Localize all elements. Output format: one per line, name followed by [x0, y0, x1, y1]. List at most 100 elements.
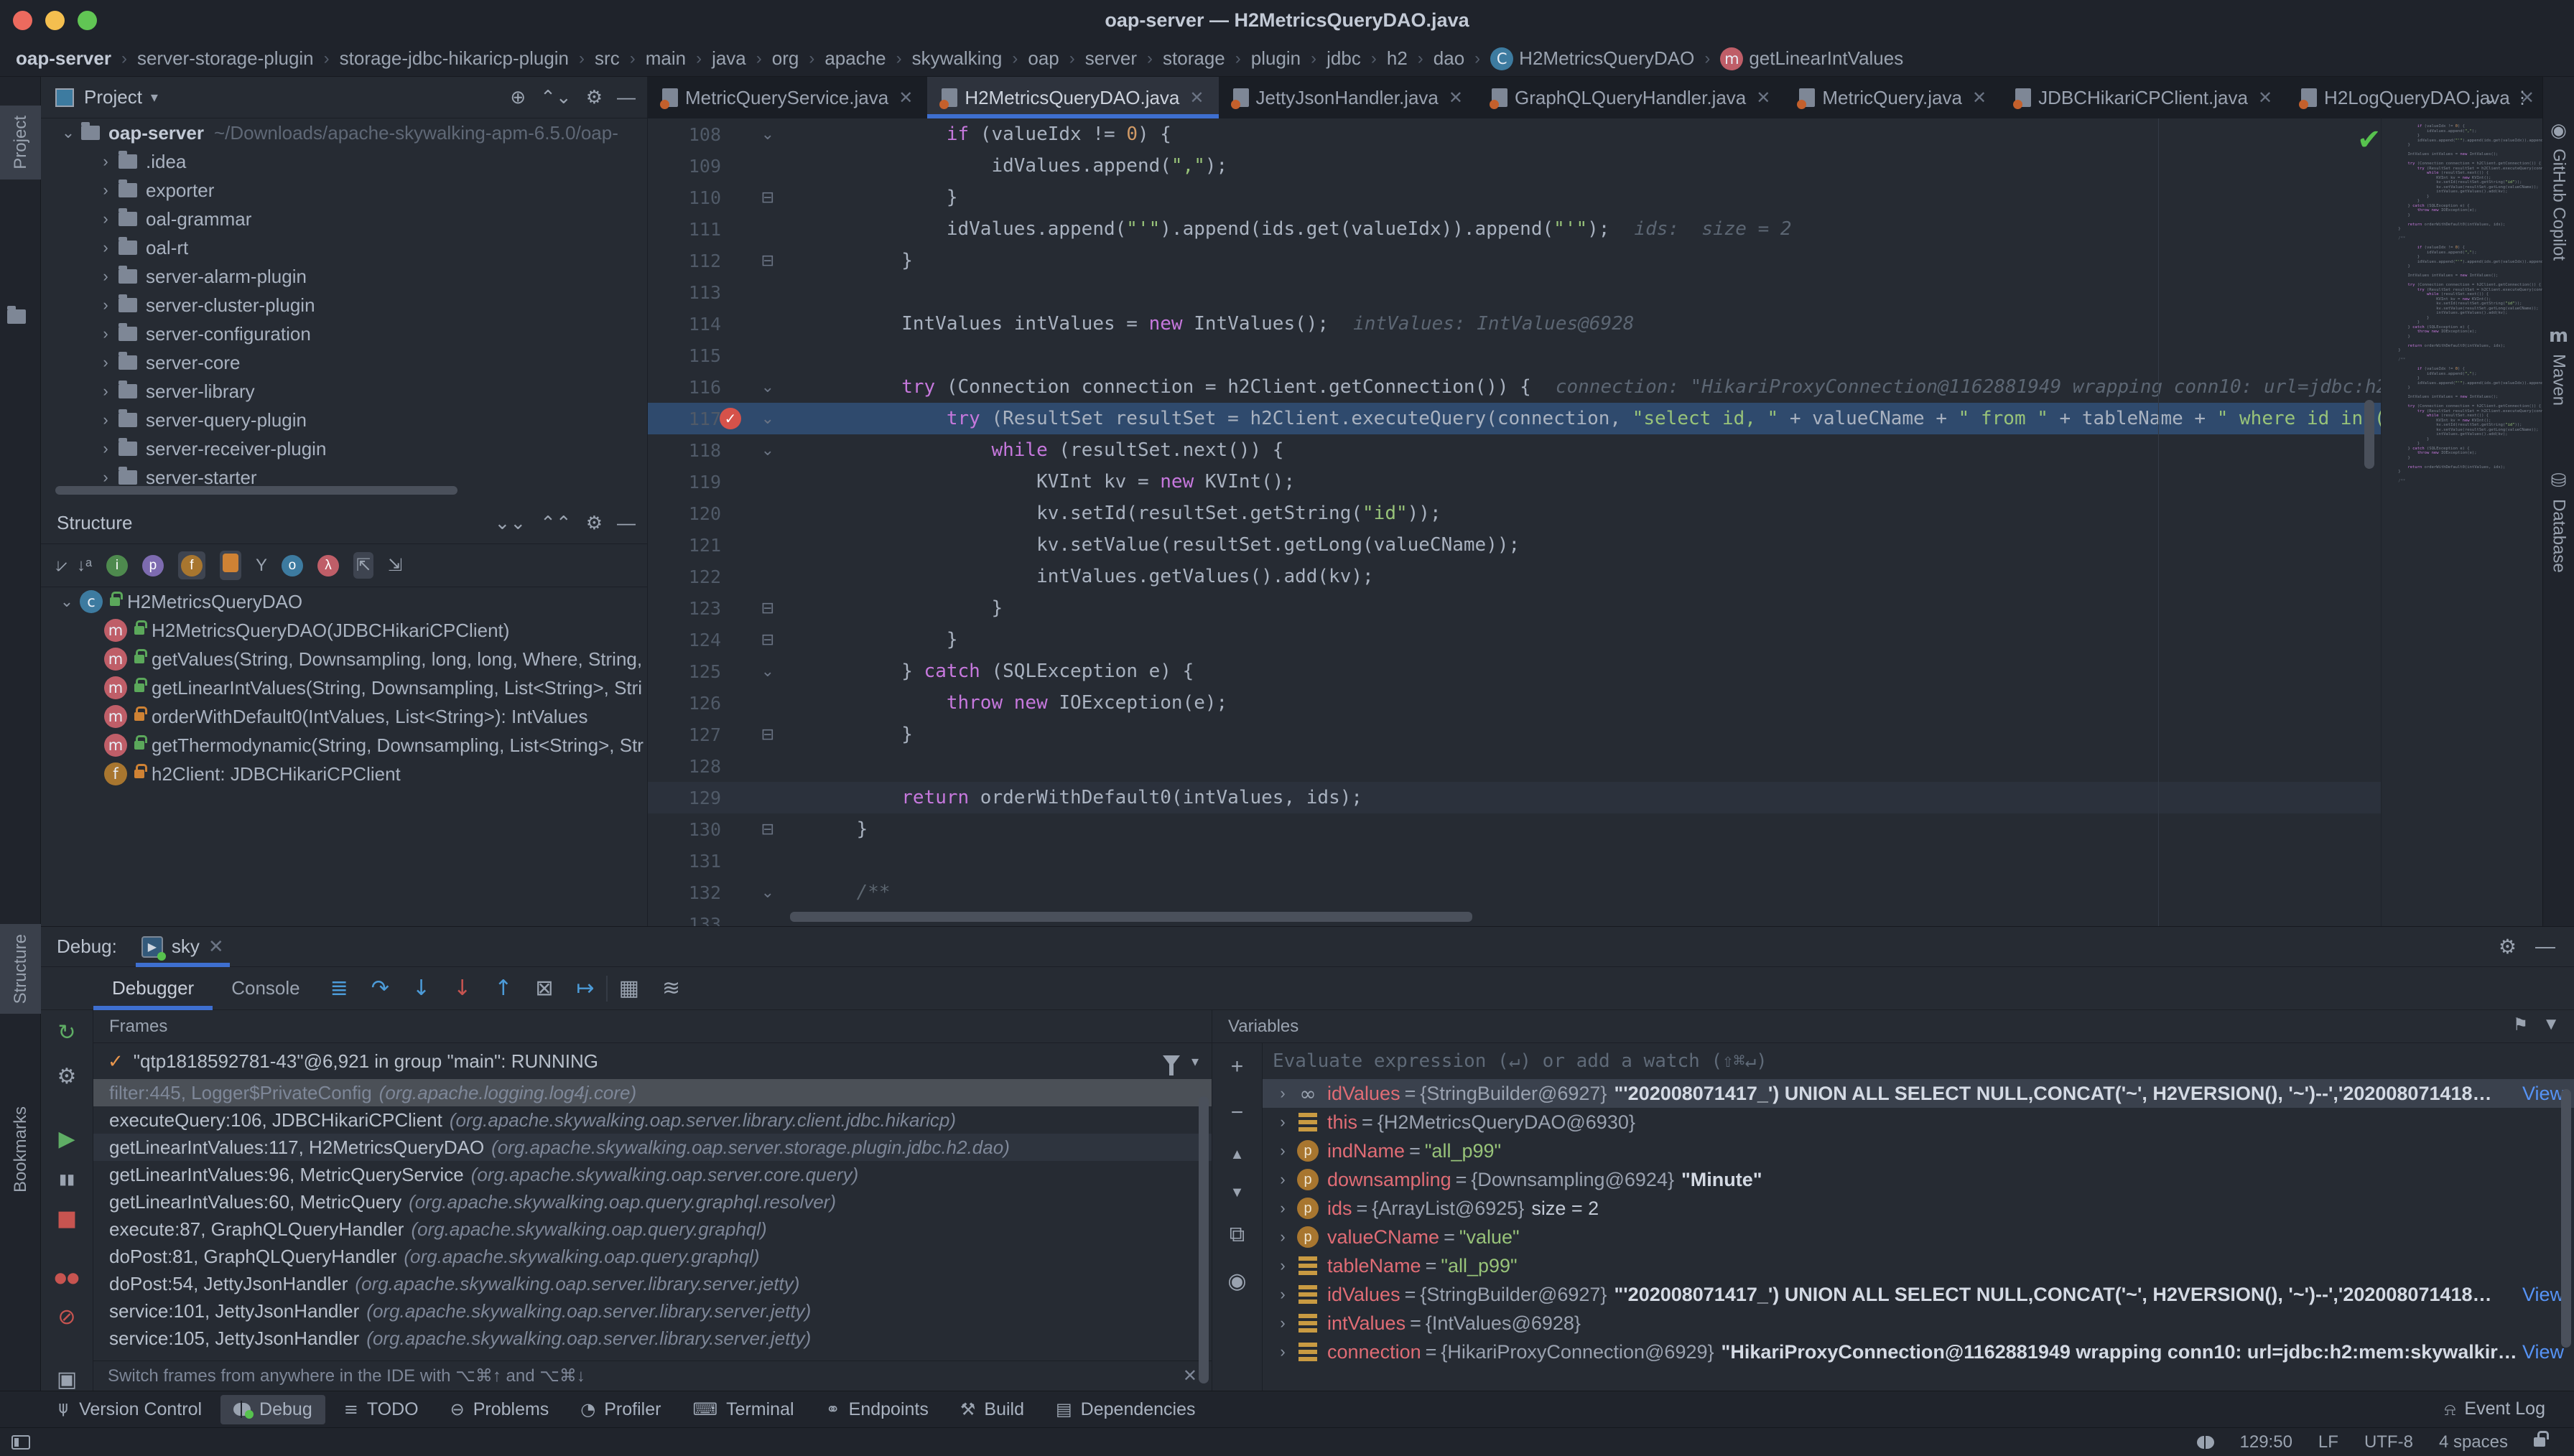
code-line[interactable]: 129 return orderWithDefault0(intValues, … [648, 782, 2381, 813]
breadcrumb-class[interactable]: CH2MetricsQueryDAO [1490, 47, 1694, 70]
move-up-icon[interactable]: ▲ [1230, 1147, 1245, 1163]
fold-chevron-icon[interactable]: ⌄ [727, 663, 784, 681]
toolwindow-button-todo[interactable]: ≡TODO [331, 1395, 432, 1424]
chevron-right-icon[interactable]: › [93, 152, 119, 171]
stripe-tab-bookmarks[interactable]: Bookmarks [0, 1096, 41, 1203]
step-out-icon[interactable]: ↑ [494, 976, 512, 1001]
chevron-right-icon[interactable]: › [93, 325, 119, 343]
project-tree-item[interactable]: ›oal-rt [41, 233, 647, 262]
fold-chevron-icon[interactable]: ⌄ [727, 378, 784, 396]
chevron-right-icon[interactable]: › [1270, 1285, 1296, 1304]
evaluate-expression-icon[interactable]: ▦ [619, 976, 639, 1001]
code-line[interactable]: 115 [648, 340, 2381, 371]
filter-icon[interactable] [1163, 1055, 1180, 1067]
fold-collapse-icon[interactable]: ⊟ [727, 252, 784, 270]
breadcrumb-method[interactable]: mgetLinearIntValues [1720, 47, 1903, 70]
code-line[interactable]: 122 intValues.getValues().add(kv); [648, 561, 2381, 592]
chevron-right-icon[interactable]: › [1270, 1314, 1296, 1333]
view-breakpoints-icon[interactable]: ●● [55, 1269, 80, 1286]
settings-icon[interactable]: ⚙ [586, 512, 603, 534]
variable-row[interactable]: ›idValues={StringBuilder@6927}"'20200807… [1263, 1280, 2574, 1309]
code-editor[interactable]: 108⌄ if (valueIdx != 0) {109 idValues.ap… [648, 118, 2381, 926]
frame-row[interactable]: filter:445, Logger$PrivateConfig(org.apa… [93, 1079, 1212, 1106]
collapse-all-icon[interactable]: ⌃⌄ [540, 86, 572, 108]
chevron-down-icon[interactable]: ▾ [1191, 1053, 1199, 1070]
line-ending[interactable]: LF [2318, 1432, 2338, 1452]
stripe-tab-github-copilot[interactable]: ◉GitHub Copilot [2549, 120, 2569, 261]
project-root-row[interactable]: ⌄oap-server~/Downloads/apache-skywalking… [41, 118, 647, 147]
toolwindow-switcher-icon[interactable] [11, 1435, 30, 1450]
thread-snapshot-icon[interactable]: ▣ [57, 1367, 77, 1392]
code-line[interactable]: 109 idValues.append(","); [648, 150, 2381, 182]
breadcrumb-item[interactable]: h2 [1387, 47, 1408, 70]
structure-panel-title[interactable]: Structure [57, 512, 133, 534]
collapse-all-icon[interactable]: ⌃⌃ [540, 512, 572, 534]
project-tree-item[interactable]: ›server-receiver-plugin [41, 434, 647, 463]
close-tab-icon[interactable]: ✕ [1756, 88, 1770, 108]
breadcrumb-item[interactable]: plugin [1251, 47, 1301, 70]
code-line[interactable]: 119 KVInt kv = new KVInt(); [648, 466, 2381, 498]
fold-collapse-icon[interactable]: ⊟ [727, 726, 784, 744]
structure-member[interactable]: fh2Client: JDBCHikariCPClient [41, 760, 647, 788]
frame-row[interactable]: service:105, JettyJsonHandler(org.apache… [93, 1325, 1212, 1352]
variable-row[interactable]: ›∞idValues={StringBuilder@6927}"'2020080… [1263, 1079, 2574, 1108]
show-inherited-icon[interactable]: i [106, 554, 128, 577]
fold-collapse-icon[interactable]: ⊟ [727, 631, 784, 649]
hide-panel-icon[interactable]: — [2535, 935, 2555, 958]
show-lambdas-icon[interactable]: λ [317, 554, 339, 577]
editor-vscrollbar[interactable] [2364, 400, 2374, 469]
mute-breakpoints-icon[interactable]: ⊘ [57, 1305, 75, 1330]
code-line[interactable]: 120 kv.setId(resultSet.getString("id")); [648, 498, 2381, 529]
breakpoint-icon[interactable]: ✓ [720, 408, 741, 429]
hide-panel-icon[interactable]: — [617, 86, 636, 108]
duplicate-watch-icon[interactable]: ⧉ [1230, 1223, 1245, 1247]
frames-vscrollbar[interactable] [1199, 1096, 1209, 1383]
frame-row[interactable]: getLinearIntValues:60, MetricQuery(org.a… [93, 1188, 1212, 1215]
force-step-into-icon[interactable]: ↓ [453, 976, 471, 1001]
sort-alpha-icon[interactable]: ↓ᵃ [77, 556, 92, 576]
chevron-right-icon[interactable]: › [1270, 1170, 1296, 1189]
breadcrumb-item[interactable]: server [1085, 47, 1137, 70]
structure-member[interactable]: mH2MetricsQueryDAO(JDBCHikariCPClient) [41, 616, 647, 645]
fold-collapse-icon[interactable]: ⊟ [727, 189, 784, 207]
pin-watches-icon[interactable]: ⚑ [2513, 1014, 2529, 1035]
close-tab-icon[interactable]: ✕ [1449, 88, 1463, 108]
toolwindow-button-endpoints[interactable]: ⚭Endpoints [813, 1395, 942, 1424]
project-tree-item[interactable]: ›.idea [41, 147, 647, 176]
move-down-icon[interactable]: ▼ [1230, 1185, 1245, 1201]
toolwindow-button-terminal[interactable]: ⌨Terminal [679, 1395, 807, 1424]
variable-row[interactable]: ›pvalueCName="value" [1263, 1223, 2574, 1251]
editor-tab[interactable]: MetricQueryService.java✕ [648, 77, 927, 118]
chevron-down-icon[interactable]: ⌄ [2484, 88, 2498, 108]
step-into-icon[interactable]: ↓ [412, 976, 430, 1001]
variable-row[interactable]: ›tableName="all_p99" [1263, 1251, 2574, 1280]
code-line[interactable]: 125⌄ } catch (SQLException e) { [648, 655, 2381, 687]
chevron-right-icon[interactable]: › [1270, 1142, 1296, 1160]
code-line[interactable]: 127⊟ } [648, 719, 2381, 750]
locate-file-icon[interactable]: ⊕ [510, 86, 526, 108]
show-execution-point-icon[interactable]: ≣ [330, 976, 348, 1001]
variable-row[interactable]: ›pdownsampling={Downsampling@6924}"Minut… [1263, 1165, 2574, 1194]
code-line[interactable]: 112⊟ } [648, 245, 2381, 276]
evaluate-expression-input[interactable]: Evaluate expression (↵) or add a watch (… [1263, 1043, 2574, 1079]
editor-tab[interactable]: GraphQLQueryHandler.java✕ [1477, 77, 1785, 118]
hide-panel-icon[interactable]: — [617, 512, 636, 534]
code-line[interactable]: 132⌄ /** [648, 877, 2381, 908]
code-line[interactable]: 114 IntValues intValues = new IntValues(… [648, 308, 2381, 340]
project-tree-item[interactable]: ›server-alarm-plugin [41, 262, 647, 291]
drop-frame-icon[interactable]: ⊠ [535, 976, 553, 1001]
frame-row[interactable]: executeQuery:106, JDBCHikariCPClient(org… [93, 1106, 1212, 1134]
breadcrumb-item[interactable]: jdbc [1327, 47, 1361, 70]
close-tab-icon[interactable]: ✕ [1189, 88, 1204, 108]
remove-watch-icon[interactable]: − [1231, 1101, 1244, 1125]
file-encoding[interactable]: UTF-8 [2364, 1432, 2413, 1452]
project-hscrollbar[interactable] [55, 486, 457, 495]
breadcrumb-item[interactable]: main [646, 47, 686, 70]
pause-icon[interactable]: ▮▮ [59, 1170, 75, 1187]
stripe-tab-database[interactable]: ⛁Database [2549, 470, 2569, 573]
chevron-right-icon[interactable]: › [1270, 1343, 1296, 1361]
frame-row[interactable]: getLinearIntValues:96, MetricQueryServic… [93, 1161, 1212, 1188]
autoscroll-from-source-icon[interactable]: ⇱ [353, 552, 373, 579]
rerun-icon[interactable]: ↻ [57, 1020, 75, 1045]
stripe-tab-maven[interactable]: mMaven [2549, 325, 2569, 406]
